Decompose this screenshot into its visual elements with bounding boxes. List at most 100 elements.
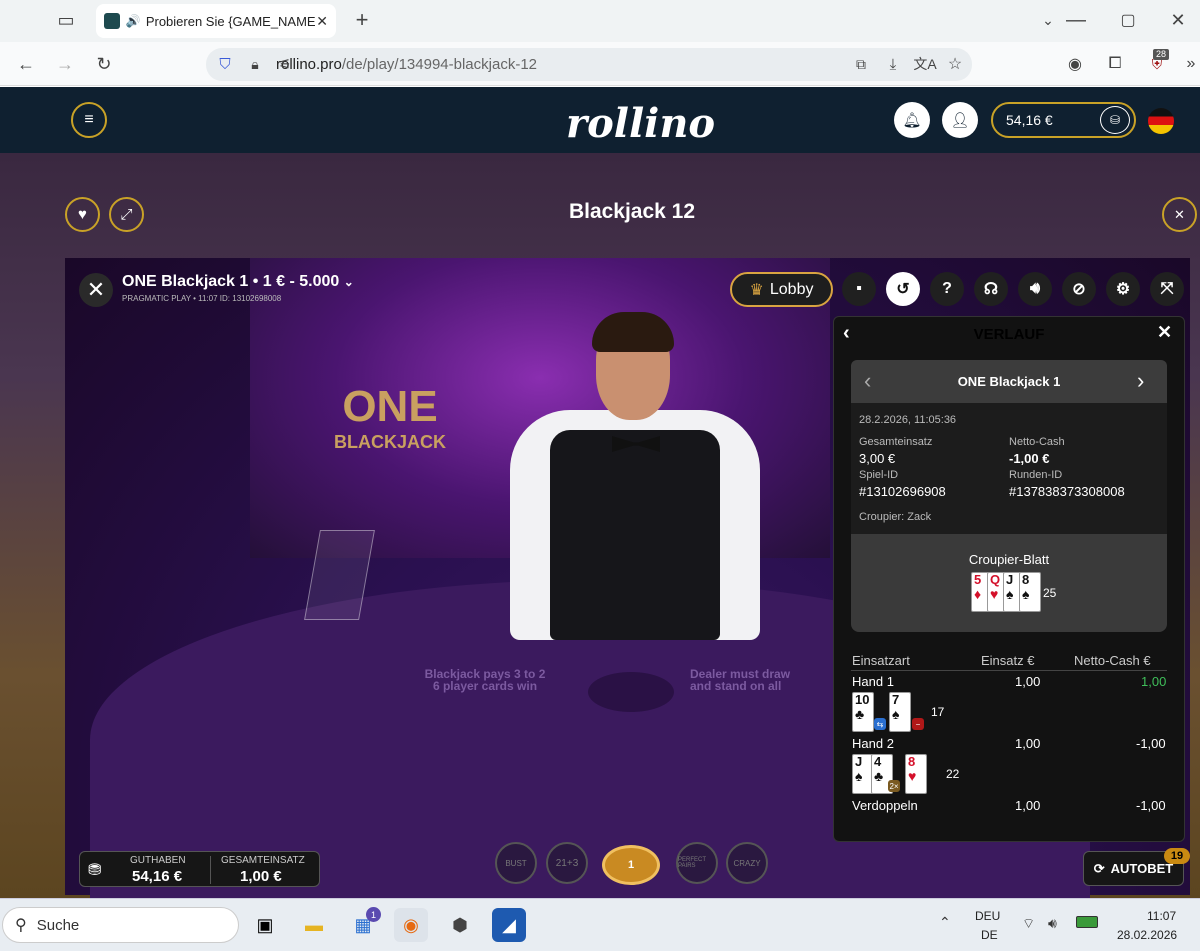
minimize-icon[interactable]: — <box>1062 6 1090 34</box>
chip-label: PERFECT PAIRS <box>678 857 706 869</box>
playing-card: 8 ♠ <box>1019 572 1041 612</box>
lang-region[interactable]: DE <box>981 928 998 942</box>
search-icon: ⚲ <box>15 917 27 934</box>
side-bet-crazy-chip[interactable]: CRAZY <box>726 842 768 884</box>
file-explorer-icon[interactable]: ▬ <box>297 908 331 942</box>
browser-tab[interactable]: 🔊 Probieren Sie {GAME_NAME ✕ <box>96 4 336 38</box>
history-game-selector: ONE Blackjack 1 <box>851 360 1167 403</box>
dealer-hand-label: Croupier-Blatt <box>968 552 1050 567</box>
forward-icon[interactable]: → <box>51 50 79 78</box>
table-rule-right: Dealer must draw and stand on all <box>690 668 840 692</box>
total-bet-value: 3,00 € <box>859 451 896 466</box>
open-external-icon[interactable]: ⤢ <box>109 197 144 232</box>
user-profile-icon[interactable]: 👤︎ <box>942 102 978 138</box>
overflow-chevron-icon[interactable]: » <box>1182 52 1200 76</box>
dealer-cards: 5 ♦ Q ♥ J ♠ 8 ♠ <box>971 572 1041 614</box>
help-icon[interactable]: ? <box>930 272 964 306</box>
chevron-down-icon: ⌄ <box>343 275 354 289</box>
video-quality-icon[interactable]: ⊘ <box>1062 272 1096 306</box>
site-settings-icon[interactable]: ⚟ <box>274 52 296 76</box>
reload-icon[interactable]: ↻ <box>90 50 118 78</box>
autobet-icon: ⟳ <box>1093 860 1105 876</box>
maximize-icon[interactable]: ▢ <box>1114 6 1142 34</box>
account-icon[interactable]: ◉ <box>1064 52 1086 76</box>
language-flag-icon[interactable] <box>1148 108 1174 134</box>
fullscreen-icon[interactable]: ⤧ <box>1150 272 1184 306</box>
favorite-heart-icon[interactable]: ♥ <box>65 197 100 232</box>
support-headset-icon[interactable]: ☊ <box>974 272 1008 306</box>
lang-code[interactable]: DEU <box>975 909 1000 923</box>
round-datetime: 28.2.2026, 11:05:36 <box>859 414 957 426</box>
total-bet-bar-label: GESAMTEINSATZ <box>221 855 305 866</box>
site-logo[interactable]: rollino <box>566 92 715 150</box>
translate-icon[interactable]: 文A <box>912 52 938 76</box>
window-close-icon[interactable]: ✕ <box>1164 6 1192 34</box>
balance-value: 54,16 € <box>1006 112 1053 128</box>
selected-chip[interactable]: 1 <box>602 845 660 885</box>
tab-title: Probieren Sie {GAME_NAME <box>145 13 316 29</box>
prev-round-icon[interactable]: ‹ <box>864 368 880 394</box>
new-tab-icon[interactable]: + <box>348 6 376 34</box>
app-hex-icon[interactable]: ⬢ <box>443 908 477 942</box>
wifi-icon[interactable]: ⌔ <box>1022 915 1035 933</box>
row-net: 1,00 <box>1141 674 1167 689</box>
task-view-icon[interactable]: ▣ <box>248 908 282 942</box>
lobby-button[interactable]: ♛ Lobby <box>730 272 833 307</box>
app-ms-icon[interactable]: ◢ <box>492 908 526 942</box>
taskbar-search[interactable]: ⚲ Suche <box>2 907 239 943</box>
game-id-label: Spiel-ID <box>859 469 899 481</box>
close-game-icon[interactable]: ✕ <box>1162 197 1197 232</box>
chip-label: 21+3 <box>555 857 579 869</box>
history-game-name: ONE Blackjack 1 <box>957 374 1061 389</box>
total-bet-bar-value: 1,00 € <box>240 868 282 885</box>
firefox-icon[interactable]: ◉ <box>394 908 428 942</box>
history-icon[interactable]: ↺ <box>886 272 920 306</box>
url-path: /de/play/134994-blackjack-12 <box>341 56 537 73</box>
clock-time[interactable]: 11:07 <box>1147 909 1176 923</box>
exit-game-button[interactable]: ✕ <box>79 273 113 307</box>
playing-card: 10 ♣ <box>852 692 874 732</box>
chevron-down-icon[interactable]: ⌄ <box>1034 6 1062 34</box>
double-badge-icon: 2× <box>888 780 900 792</box>
row-bet: 1,00 <box>1015 736 1041 751</box>
history-close-icon[interactable]: ✕ <box>1157 322 1177 346</box>
page-title: Blackjack 12 <box>568 200 696 223</box>
tray-chevron-icon[interactable]: ⌃ <box>939 914 955 934</box>
speaker-icon[interactable]: 🔊 <box>126 14 141 28</box>
sound-icon[interactable]: 🔊︎ <box>1018 272 1052 306</box>
brand-blackjack: BLACKJACK <box>334 432 446 452</box>
side-bet-21plus3-chip[interactable]: 21+3 <box>546 842 588 884</box>
tab-overview-icon[interactable]: ▭ <box>52 6 80 34</box>
chips-stack-icon: ⛃ <box>88 862 102 879</box>
round-id-value: #137838373308008 <box>1009 484 1125 499</box>
notification-bell-icon[interactable]: 🔔︎ <box>894 102 930 138</box>
lock-icon[interactable]: 🔒︎ <box>244 52 266 76</box>
back-icon[interactable]: ← <box>12 50 40 78</box>
wallet-icon[interactable]: ⛁ <box>1100 106 1130 134</box>
tab-close-icon[interactable]: ✕ <box>316 13 328 30</box>
hand-1-total: 17 <box>931 705 945 719</box>
clock-date[interactable]: 28.02.2026 <box>1117 928 1177 942</box>
battery-icon[interactable] <box>1076 916 1098 928</box>
side-bet-perfect-pairs-chip[interactable]: PERFECT PAIRS <box>676 842 718 884</box>
extensions-icon[interactable]: ⧠ <box>1104 52 1126 76</box>
col-net-cash: Netto-Cash € <box>1074 653 1151 668</box>
table-rule-right-line2: and stand on all <box>690 679 782 693</box>
bookmark-star-icon[interactable]: ☆ <box>944 52 966 76</box>
row-net: -1,00 <box>1136 798 1166 813</box>
settings-gear-icon[interactable]: ⚙ <box>1106 272 1140 306</box>
download-icon[interactable]: ⤓ <box>882 52 904 76</box>
lobby-label: Lobby <box>769 280 814 298</box>
extension-badge: 28 <box>1153 49 1169 60</box>
chat-icon[interactable]: ▪ <box>842 272 876 306</box>
total-bet-label: Gesamteinsatz <box>859 436 933 448</box>
shield-icon[interactable]: ⛉ <box>214 52 236 76</box>
dealer-hand-box: Croupier-Blatt 5 ♦ Q ♥ J ♠ 8 ♠ 25 <box>851 534 1167 632</box>
game-name-dropdown[interactable]: ONE Blackjack 1 • 1 € - 5.000 ⌄ <box>122 273 354 291</box>
volume-icon[interactable]: 🔊︎ <box>1048 915 1057 932</box>
picture-in-picture-icon[interactable]: ⧉ <box>850 52 872 76</box>
round-info: 28.2.2026, 11:05:36 Gesamteinsatz Netto-… <box>851 403 1167 534</box>
menu-hamburger-icon[interactable]: ≡ <box>71 102 107 138</box>
next-round-icon[interactable]: › <box>1137 368 1153 394</box>
side-bet-bust-chip[interactable]: BUST <box>495 842 537 884</box>
